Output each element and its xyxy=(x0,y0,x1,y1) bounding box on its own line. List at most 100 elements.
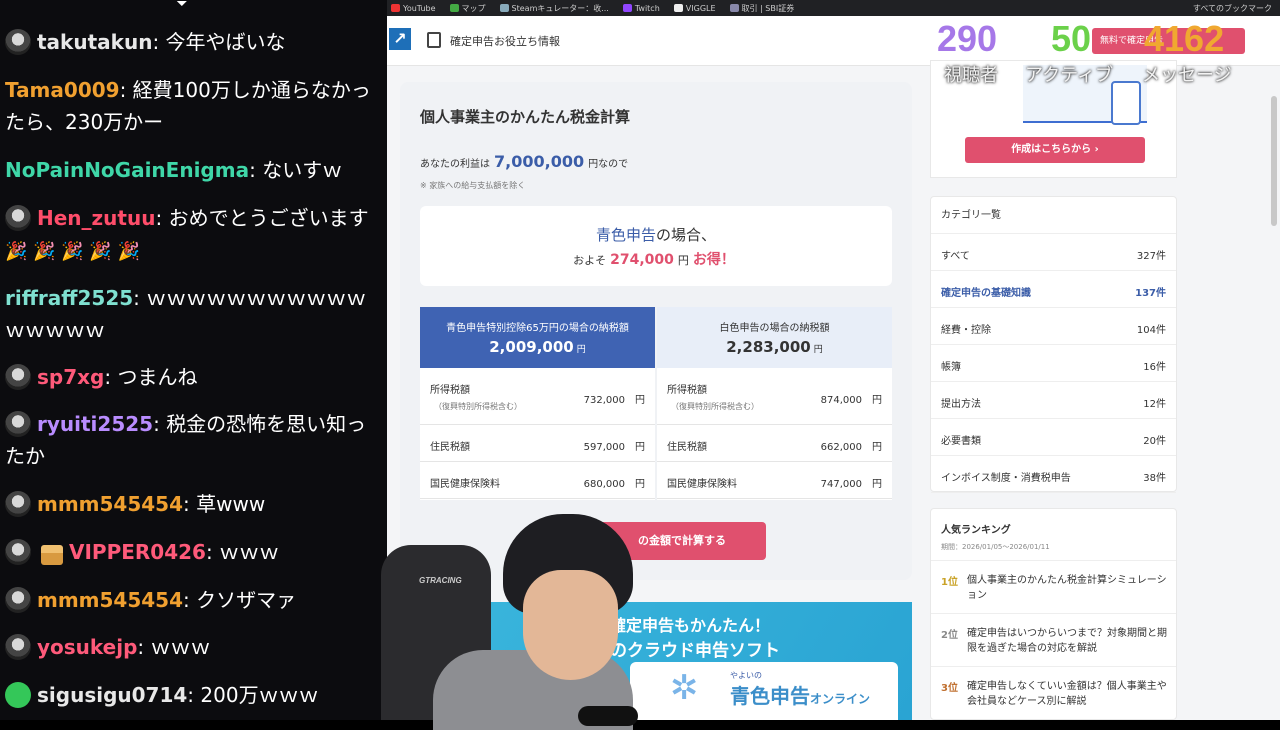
chat-text: ｗｗｗ xyxy=(219,540,280,564)
bookmark-item[interactable]: YouTube xyxy=(391,3,436,14)
tax-row: 国民健康保険料 747,000 円 xyxy=(657,462,892,499)
chat-text: 今年やばいな xyxy=(165,30,286,54)
ranking-heading: 人気ランキング xyxy=(941,525,1011,536)
chevron-down-icon[interactable]: ⏷ xyxy=(172,0,192,14)
tax-row: 所得税額 （復興特別所得税含む） 732,000 円 xyxy=(420,368,655,425)
chat-username[interactable]: NoPainNoGainEnigma xyxy=(5,158,249,182)
streamer-webcam: GTRACING xyxy=(373,510,638,730)
blue-total: 2,009,000 xyxy=(489,338,574,356)
savings-amount: 274,000 xyxy=(610,252,674,268)
microphone xyxy=(578,706,638,726)
chat-username[interactable]: Hen_zutuu xyxy=(37,206,155,230)
chat-message: Hen_zutuu: おめでとうございます 🎉 🎉 🎉 🎉 🎉 xyxy=(5,202,380,268)
chat-message: mmm545454: 草www xyxy=(5,488,380,520)
user-avatar-badge-icon xyxy=(5,634,31,660)
chat-username[interactable]: ryuiti2525 xyxy=(37,412,153,436)
chat-text: つまんね xyxy=(117,365,198,389)
bookmark-item[interactable]: VIGGLE xyxy=(673,3,716,14)
all-bookmarks-link[interactable]: すべてのブックマーク xyxy=(1193,3,1272,14)
tax-row: 国民健康保険料 680,000 円 xyxy=(420,462,655,499)
bookmark-item[interactable]: Twitch xyxy=(622,3,660,14)
user-avatar-badge-icon xyxy=(5,411,31,437)
create-here-button[interactable]: 作成はこちらから › xyxy=(965,137,1145,163)
phone-illustration xyxy=(1111,81,1141,125)
bookmark-favicon-icon xyxy=(449,4,459,12)
savings-box: 青色申告の場合、 およそ 274,000 円お得！ xyxy=(420,206,892,286)
bookmark-favicon-icon xyxy=(673,4,683,12)
bookmark-item[interactable]: Steamキュレーター：收... xyxy=(499,3,609,14)
party-emote-icon: 🎉 🎉 🎉 🎉 🎉 xyxy=(5,241,140,262)
chat-message: mmm545454: クソザマァ xyxy=(5,584,380,616)
messages-count: 4162 xyxy=(1144,18,1225,59)
chat-username[interactable]: Tama0009 xyxy=(5,78,120,102)
calculator-title: 個人事業主のかんたん税金計算 xyxy=(420,108,631,126)
chat-username[interactable]: riffraff2525 xyxy=(5,286,133,310)
chat-message: Tama0009: 経費100万しか通らなかったら、230万かー xyxy=(5,78,371,134)
chat-username[interactable]: VIPPER0426 xyxy=(69,540,206,564)
category-item[interactable]: 帳簿 16件 xyxy=(931,345,1176,382)
tax-row: 所得税額 （復興特別所得税含む） 874,000 円 xyxy=(657,368,892,425)
page-scrollbar[interactable] xyxy=(1271,96,1277,226)
white-total: 2,283,000 xyxy=(726,338,811,356)
bookmark-favicon-icon xyxy=(622,4,632,12)
chat-username[interactable]: mmm545454 xyxy=(37,588,183,612)
chat-username[interactable]: mmm545454 xyxy=(37,492,183,516)
bookmark-item[interactable]: 取引 | SBI証券 xyxy=(729,3,794,14)
chat-text: おめでとうございます xyxy=(168,206,369,230)
category-item[interactable]: 経費・控除 104件 xyxy=(931,308,1176,345)
chair-logo: GTRACING xyxy=(419,576,462,585)
chat-message: NoPainNoGainEnigma: ないすｗ xyxy=(5,158,343,182)
chat-username[interactable]: takutakun xyxy=(37,30,152,54)
blue-filing-column: 青色申告特別控除65万円の場合の納税額 2,009,000 円 所得税額 （復興特別… xyxy=(420,307,655,500)
chat-message: ryuiti2525: 税金の恐怖を思い知ったか xyxy=(5,411,367,468)
user-avatar-badge-icon xyxy=(5,491,31,517)
popular-ranking: 人気ランキング 期間：2026/01/05〜2026/01/11 1位 個人事業主… xyxy=(930,508,1177,720)
tax-calculator-card: 個人事業主のかんたん税金計算 あなたの利益は 7,000,000 円なので ※ 家族… xyxy=(400,82,912,580)
ranking-item[interactable]: 3位 確定申告しなくていい金額は？個人事業主や会社員などケース別に解説 xyxy=(931,666,1176,719)
category-heading: カテゴリ一覧 xyxy=(931,197,1176,234)
chat-text: クソザマァ xyxy=(196,588,297,612)
ranking-item[interactable]: 1位 個人事業主のかんたん税金計算シミュレーション xyxy=(931,560,1176,613)
bookmark-item[interactable]: マップ xyxy=(449,3,486,14)
gift-badge-icon xyxy=(41,545,63,565)
bookmarks-bar: YouTube マップ Steamキュレーター：收... Twitch VIGGLE 取引… xyxy=(387,0,1280,16)
category-item[interactable]: 提出方法 12件 xyxy=(931,382,1176,419)
bookmark-favicon-icon xyxy=(499,4,509,12)
ranking-item[interactable]: 2位 確定申告はいつからいつまで？対象期間と期限を過ぎた場合の対応を解説 xyxy=(931,613,1176,666)
document-icon xyxy=(427,32,441,48)
active-count: 50 xyxy=(1051,18,1092,59)
chat-username[interactable]: sigusigu0714 xyxy=(37,683,187,707)
chat-panel: ⏷ takutakun: 今年やばいな Tama0009: 経費100万しか通らな… xyxy=(0,0,387,720)
chat-message: takutakun: 今年やばいな xyxy=(5,26,380,58)
category-item[interactable]: 確定申告の基礎知識 137件 xyxy=(931,271,1176,308)
chat-username[interactable]: sp7xg xyxy=(37,365,104,389)
chat-message: sigusigu0714: 200万ｗｗｗ xyxy=(5,679,380,711)
bookmark-favicon-icon xyxy=(729,4,739,12)
user-avatar-badge-icon xyxy=(5,29,31,55)
chat-message: sp7xg: つまんね xyxy=(5,361,380,393)
chat-message: VIPPER0426: ｗｗｗ xyxy=(5,536,380,568)
verified-check-icon xyxy=(5,682,31,708)
chat-username[interactable]: yosukejp xyxy=(37,635,137,659)
category-list: カテゴリ一覧 すべて 327件 確定申告の基礎知識 137件 経費・控除 104件 帳簿 16… xyxy=(930,196,1177,493)
chat-message: yosukejp: ｗｗｗ xyxy=(5,631,380,663)
flower-logo-icon: ✲ xyxy=(670,668,699,708)
white-filing-column: 白色申告の場合の納税額 2,283,000 円 所得税額 （復興特別所得税含む） 87… xyxy=(657,307,892,500)
messages-label: メッセージ xyxy=(1142,65,1232,86)
nav-tax-info-link[interactable]: 確定申告お役立ち情報 xyxy=(450,33,560,49)
bookmark-favicon-icon xyxy=(391,4,400,12)
tax-row: 住民税額 662,000 円 xyxy=(657,425,892,462)
site-logo[interactable]: ↗ xyxy=(389,28,411,50)
streamer-face xyxy=(523,570,618,680)
profit-note: ※ 家族への給与支払額を除く xyxy=(420,181,526,190)
tax-comparison-table: 青色申告特別控除65万円の場合の納税額 2,009,000 円 所得税額 （復興特別… xyxy=(420,307,892,500)
chat-text: ないすｗ xyxy=(262,158,343,182)
category-item[interactable]: インボイス制度・消費税申告 38件 xyxy=(931,456,1176,493)
chat-message: riffraff2525: ｗｗｗｗｗｗｗｗｗｗｗｗｗｗｗｗ xyxy=(5,286,367,342)
user-avatar-badge-icon xyxy=(5,539,31,565)
viewers-label: 視聴者 xyxy=(944,65,998,86)
category-item[interactable]: 必要書類 20件 xyxy=(931,419,1176,456)
viewers-count: 290 xyxy=(937,18,998,59)
category-item[interactable]: すべて 327件 xyxy=(931,234,1176,271)
active-label: アクティブ xyxy=(1025,65,1114,86)
